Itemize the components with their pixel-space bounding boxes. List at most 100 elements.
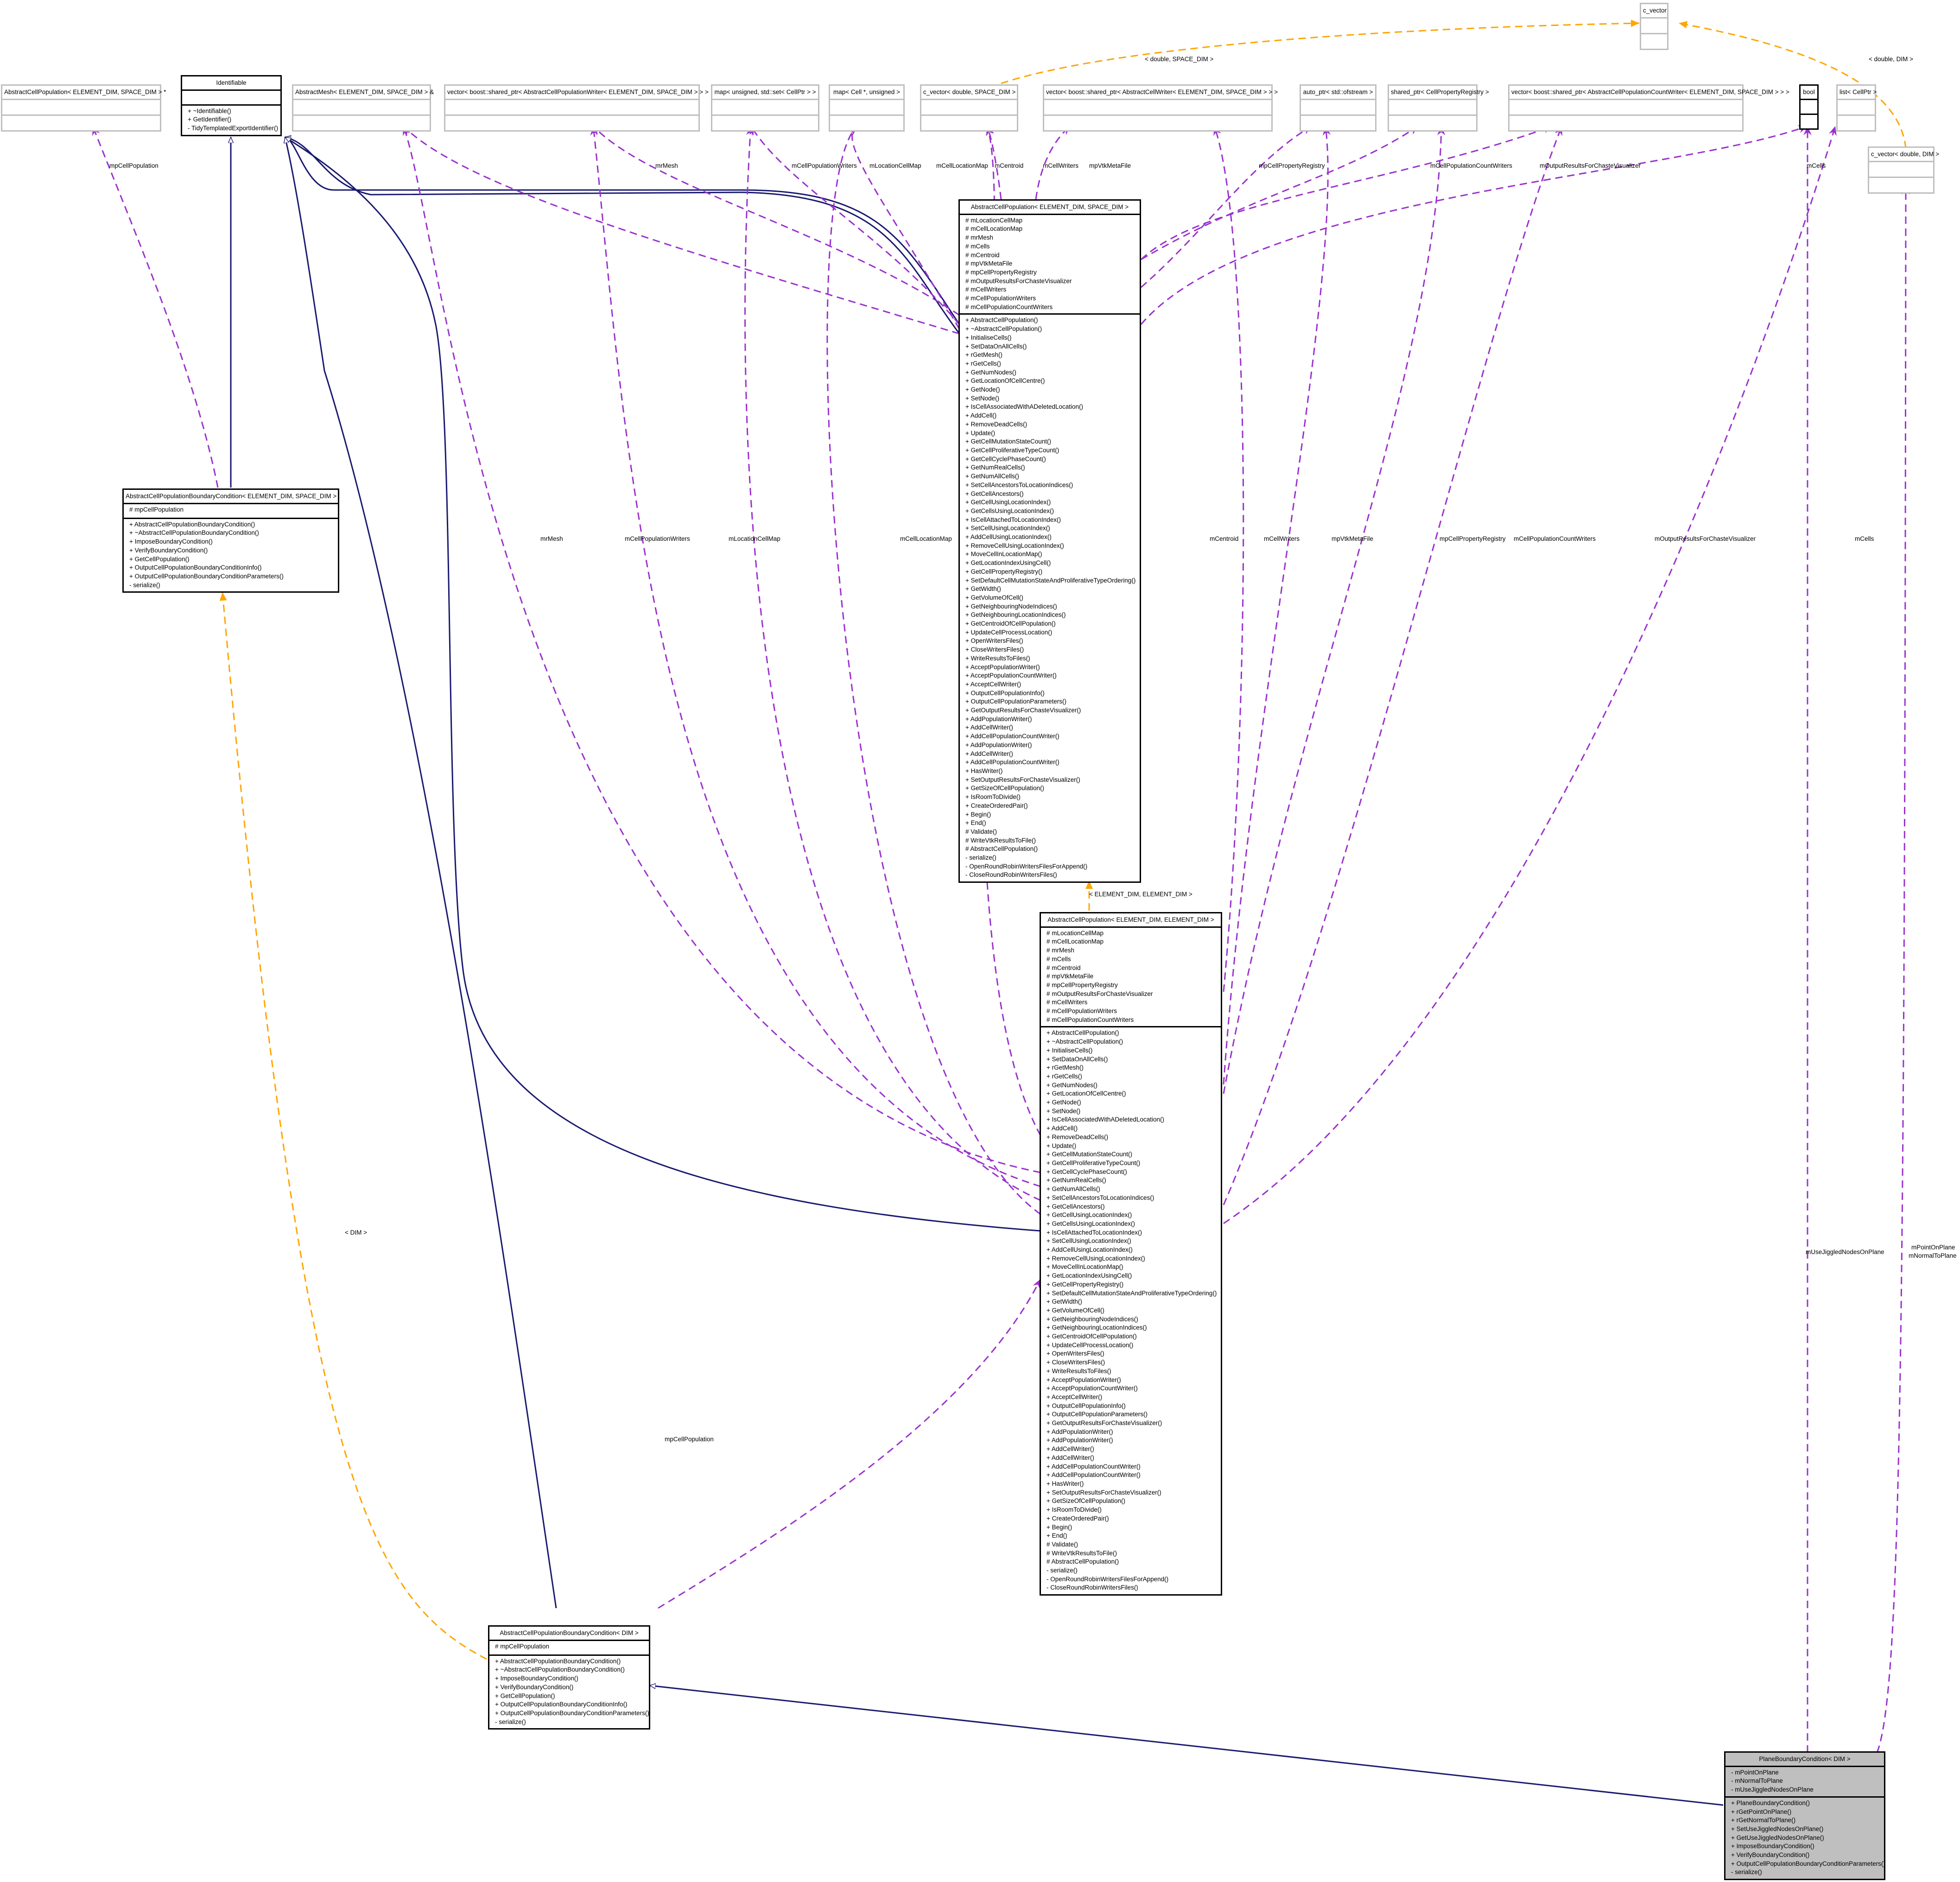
method: # AbstractCellPopulation(): [1047, 1558, 1119, 1565]
class-box[interactable]: c_vector< double, DIM >: [1868, 146, 1940, 194]
method: + IsCellAttachedToLocationIndex(): [965, 516, 1061, 523]
attribute: # mpCellPopulation: [129, 506, 184, 513]
class-box-boundary-condition-template[interactable]: AbstractCellPopulationBoundaryCondition<…: [122, 488, 339, 593]
class-box-identifiable[interactable]: Identifiable + ~Identifiable() + GetIden…: [181, 75, 282, 136]
method: + AddCellPopulationCountWriter(): [1047, 1471, 1141, 1479]
class-box-plane-boundary-condition[interactable]: PlaneBoundaryCondition< DIM > - mPointOn…: [1724, 1751, 1885, 1881]
class-name: vector< boost::shared_ptr< AbstractCellP…: [1511, 89, 1789, 95]
method: + VerifyBoundaryCondition(): [1731, 1851, 1810, 1859]
class-name: auto_ptr< std::ofstream >: [1303, 89, 1373, 95]
method: + GetNeighbouringNodeIndices(): [965, 602, 1057, 610]
class-box[interactable]: shared_ptr< CellPropertyRegistry >: [1388, 84, 1489, 132]
class-box[interactable]: AbstractCellPopulation< ELEMENT_DIM, SPA…: [1, 84, 166, 132]
class-name: AbstractCellPopulation< ELEMENT_DIM, SPA…: [4, 89, 166, 95]
class-name: AbstractCellPopulationBoundaryCondition<…: [126, 493, 337, 500]
usage-edge: [92, 126, 219, 488]
method: + GetNeighbouringLocationIndices(): [965, 611, 1066, 619]
class-box[interactable]: map< unsigned, std::set< CellPtr > >: [711, 84, 819, 132]
method: + GetCellAncestors(): [965, 490, 1024, 497]
attribute: # mCells: [965, 242, 990, 250]
class-name: c_vector< double, SPACE_DIM >: [923, 89, 1016, 95]
class-box[interactable]: auto_ptr< std::ofstream >: [1300, 84, 1376, 132]
methods-section: + ~Identifiable() + GetIdentifier() - Ti…: [182, 104, 280, 135]
class-box-abstract-cell-population[interactable]: AbstractCellPopulation< ELEMENT_DIM, SPA…: [958, 199, 1141, 883]
attribute: - mNormalToPlane: [1731, 1777, 1783, 1785]
attributes-section: [1510, 98, 1742, 114]
class-box[interactable]: c_vector< double, SPACE_DIM >: [920, 84, 1018, 132]
edge-label: mOutputResultsForChasteVisualizer: [1655, 535, 1756, 542]
class-box[interactable]: map< Cell *, unsigned >: [829, 84, 905, 132]
edge-label: mLocationCellMap: [869, 162, 921, 169]
method: + GetCellProliferativeTypeCount(): [1047, 1159, 1141, 1166]
method: + ~Identifiable(): [188, 107, 231, 114]
attribute: # mCells: [1047, 955, 1071, 963]
method: + OutputCellPopulationParameters(): [965, 698, 1066, 705]
methods-section: [712, 114, 818, 130]
method: + IsRoomToDivide(): [965, 793, 1021, 801]
class-box[interactable]: list< CellPtr >: [1836, 84, 1877, 132]
method: + CloseWritersFiles(): [1047, 1359, 1105, 1366]
methods-section: [921, 114, 1017, 130]
method: + SetDefaultCellMutationStateAndProlifer…: [965, 577, 1136, 584]
method: + End(): [965, 819, 986, 827]
method: + GetCellPropertyRegistry(): [1047, 1280, 1124, 1288]
class-box[interactable]: vector< boost::shared_ptr< AbstractCellW…: [1043, 84, 1278, 132]
method: + SetDefaultCellMutationStateAndProlifer…: [1047, 1289, 1217, 1297]
method: + SetDataOnAllCells(): [965, 342, 1027, 350]
method: + GetNumAllCells(): [1047, 1185, 1100, 1193]
method: + AbstractCellPopulationBoundaryConditio…: [495, 1657, 621, 1665]
edge-label: mpVtkMetaFile: [1089, 162, 1131, 169]
class-box[interactable]: vector< boost::shared_ptr< AbstractCellP…: [1508, 84, 1789, 132]
attribute: # mpCellPropertyRegistry: [965, 268, 1037, 276]
method: + AcceptPopulationCountWriter(): [965, 672, 1057, 679]
method: - serialize(): [495, 1718, 526, 1725]
usage-edge: [1213, 126, 1244, 992]
class-name: c_vector< double, DIM >: [1871, 151, 1940, 158]
class-name: vector< boost::shared_ptr< AbstractCellP…: [447, 89, 709, 95]
method: + SetCellAncestorsToLocationIndices(): [1047, 1194, 1154, 1201]
method: + GetCellCyclePhaseCount(): [965, 455, 1046, 463]
class-box-bool[interactable]: bool: [1799, 84, 1819, 130]
method: + OutputCellPopulationBoundaryConditionP…: [129, 572, 284, 580]
edge-label: mpCellPropertyRegistry: [1259, 162, 1325, 169]
method: - serialize(): [1731, 1869, 1762, 1876]
method: + OutputCellPopulationBoundaryConditionI…: [495, 1701, 628, 1708]
method: + GetCellCyclePhaseCount(): [1047, 1168, 1127, 1175]
edge-label: < ELEMENT_DIM, ELEMENT_DIM >: [1089, 891, 1192, 898]
method: + GetCentroidOfCellPopulation(): [965, 620, 1056, 627]
edge-label: mCellLocationMap: [936, 162, 988, 169]
method: + rGetMesh(): [1047, 1064, 1084, 1071]
method: + ImposeBoundaryCondition(): [1731, 1843, 1814, 1850]
attribute: # mLocationCellMap: [1047, 929, 1104, 937]
class-box-boundary-condition-dim[interactable]: AbstractCellPopulationBoundaryCondition<…: [488, 1625, 650, 1730]
method: + GetVolumeOfCell(): [965, 594, 1023, 601]
method: + RemoveCellUsingLocationIndex(): [965, 542, 1064, 549]
attribute: # mCellPopulationWriters: [1047, 1008, 1117, 1015]
method: + IsCellAttachedToLocationIndex(): [1047, 1229, 1142, 1236]
method: - serialize(): [965, 854, 996, 862]
methods-section: [293, 114, 430, 130]
methods-section: [1641, 32, 1667, 49]
class-box[interactable]: vector< boost::shared_ptr< AbstractCellP…: [444, 84, 709, 132]
template-edge: [1001, 19, 1640, 84]
usage-edge: [402, 126, 1041, 1173]
method: - CloseRoundRobinWritersFiles(): [965, 871, 1057, 879]
class-name: shared_ptr< CellPropertyRegistry >: [1391, 89, 1489, 95]
method: + ~AbstractCellPopulationBoundaryConditi…: [129, 529, 259, 537]
method: + GetLocationOfCellCentre(): [1047, 1090, 1126, 1097]
attribute: # mpCellPopulation: [495, 1642, 550, 1650]
class-box[interactable]: AbstractMesh< ELEMENT_DIM, SPACE_DIM > &: [292, 84, 434, 132]
method: + GetNumAllCells(): [965, 473, 1019, 480]
edge-label: mPointOnPlane: [1911, 1244, 1955, 1251]
method: + AddCellWriter(): [965, 750, 1013, 757]
edge-label: mOutputResultsForChasteVisualizer: [1540, 162, 1641, 169]
attribute: # mrMesh: [1047, 947, 1075, 954]
method: + HasWriter(): [965, 767, 1003, 774]
attribute: # mCellLocationMap: [1047, 938, 1104, 945]
method: + AbstractCellPopulation(): [1047, 1029, 1119, 1037]
methods-section: [1869, 176, 1933, 192]
class-box-abstract-cell-population-element[interactable]: AbstractCellPopulation< ELEMENT_DIM, ELE…: [1040, 912, 1222, 1596]
method: + AddCellPopulationCountWriter(): [1047, 1463, 1141, 1470]
class-box-c-vector[interactable]: c_vector: [1640, 3, 1668, 50]
method: + GetLocationIndexUsingCell(): [1047, 1272, 1132, 1280]
